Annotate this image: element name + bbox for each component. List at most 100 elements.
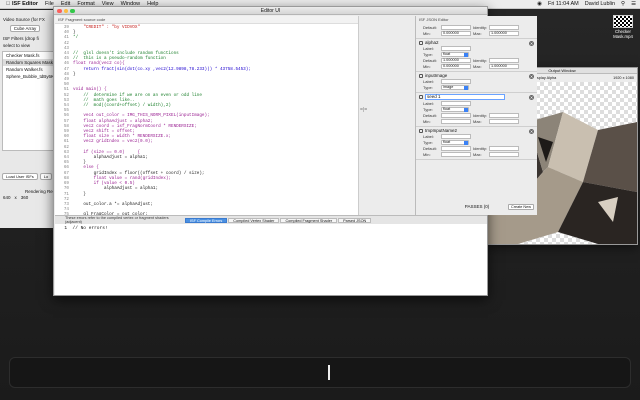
type-select[interactable]: float	[441, 106, 469, 112]
delete-input-icon[interactable]: ✕	[529, 41, 534, 46]
identity-field[interactable]	[489, 112, 519, 118]
code-editor[interactable]: 39 "CREDIT" : "by VIDVOX" 40} 41 */42 43 44//…	[55, 24, 358, 224]
label-label: Label:	[423, 133, 434, 139]
code-pane: ISF Fragment source code 39 "CREDIT" : "…	[55, 16, 359, 223]
json-input-block: tmpInputName2 ✕ Label: Type: float Default: Id…	[416, 127, 537, 160]
width-field[interactable]: 640	[3, 195, 11, 200]
type-label: Type:	[423, 106, 433, 112]
type-select[interactable]: image	[441, 84, 469, 90]
load-user-isfs-button[interactable]: Load User ISFs	[2, 173, 38, 180]
default-field[interactable]	[441, 24, 471, 30]
height-field[interactable]: 360	[21, 195, 29, 200]
delete-input-icon[interactable]: ✕	[529, 129, 534, 134]
tab-parsed-json[interactable]: Parsed JSON	[338, 217, 372, 223]
x-label: x	[14, 195, 17, 200]
max-field[interactable]: 1.000000	[489, 63, 519, 69]
label-field[interactable]	[441, 45, 471, 51]
cube-array-button[interactable]: Cube Array	[10, 25, 40, 32]
default-field[interactable]: 1.000000	[441, 57, 471, 63]
input-name[interactable]: tmpInputName2	[425, 128, 457, 133]
type-select[interactable]: float	[441, 139, 469, 145]
min-field[interactable]: 0.000000	[441, 63, 471, 69]
lock-icon[interactable]	[419, 128, 423, 133]
json-header: ISF JSON Editor	[419, 17, 449, 22]
max-label: Max:	[473, 118, 482, 124]
max-field[interactable]: 1.000000	[489, 30, 519, 36]
label-field[interactable]	[441, 78, 471, 84]
editor-title: Editor UI	[260, 8, 281, 14]
lock-icon[interactable]	[419, 95, 423, 99]
create-new-button[interactable]: Create New	[507, 204, 534, 210]
identity-label: Identity:	[473, 112, 488, 118]
identity-label: Identity:	[473, 145, 488, 151]
label-label: Label:	[423, 78, 434, 84]
filters-label: ISF Filters (drop fi	[3, 36, 39, 41]
user-menu[interactable]: David Lublin	[585, 1, 615, 7]
delete-input-icon[interactable]: ✕	[529, 74, 534, 79]
code-text: out_color.a *= alphaAdjust;	[73, 201, 153, 207]
max-label: Max:	[473, 63, 482, 69]
type-select[interactable]: float	[441, 51, 469, 57]
input-name-field[interactable]: seed 1	[425, 94, 505, 100]
max-field[interactable]	[489, 151, 519, 157]
code-text: // mod((coord+offset) / width),2)	[73, 103, 171, 109]
code-text: vec2 gridIndex = vec2(0.0);	[73, 139, 153, 145]
apple-menu-icon[interactable]: 	[4, 1, 12, 7]
error-output[interactable]: 1 // No errors!	[55, 224, 487, 295]
text-input-bar[interactable]	[9, 357, 631, 388]
app-menu[interactable]: ISF Editor	[12, 1, 38, 7]
close-icon[interactable]	[57, 8, 62, 13]
min-field[interactable]	[441, 118, 471, 124]
max-field[interactable]	[489, 118, 519, 124]
list-item[interactable]: Random Walker.fs	[3, 66, 58, 73]
input-name[interactable]: inputImage	[425, 73, 447, 78]
default-field[interactable]	[441, 112, 471, 118]
lo-button[interactable]: Lo	[39, 173, 53, 180]
split-handle[interactable]: =|=	[360, 107, 367, 113]
list-icon[interactable]: ☰	[631, 1, 636, 7]
identity-field[interactable]	[489, 24, 519, 30]
tab-compiled-fragment-shader[interactable]: Compiled Fragment Shader	[280, 217, 338, 223]
min-label: Min:	[423, 30, 431, 36]
text-caret	[328, 365, 330, 380]
identity-label: Identity:	[473, 57, 488, 63]
filters-sublabel: select to view	[3, 43, 31, 48]
default-label: Default:	[423, 145, 437, 151]
list-item[interactable]: Random Squares Mask.fs	[3, 59, 58, 66]
identity-label: Identity:	[473, 24, 488, 30]
default-label: Default:	[423, 24, 437, 30]
label-field[interactable]	[441, 133, 471, 139]
wifi-icon[interactable]: ◉	[537, 1, 542, 7]
identity-field[interactable]	[489, 145, 519, 151]
list-item[interactable]: Sphere_Bubble_tdBy6K.fs	[3, 73, 58, 80]
tab-compiled-vertex-shader[interactable]: Compiled Vertex Shader	[228, 217, 280, 223]
tab-isf-compile-errors[interactable]: ISF Compile Errors	[185, 217, 228, 223]
identity-field[interactable]	[489, 57, 519, 63]
input-name[interactable]: alpha2	[425, 40, 439, 45]
resolution-label: 1920 x 1080	[613, 75, 634, 80]
desktop-file[interactable]: Checker Mask.mp4	[607, 15, 639, 39]
min-field[interactable]: 0.000000	[441, 30, 471, 36]
default-field[interactable]	[441, 145, 471, 151]
default-label: Default:	[423, 112, 437, 118]
min-field[interactable]	[441, 151, 471, 157]
label-field[interactable]	[441, 100, 471, 106]
lock-icon[interactable]	[419, 40, 423, 45]
editor-titlebar: Editor UI	[54, 7, 487, 15]
zoom-icon[interactable]	[70, 8, 75, 13]
error-tab-bar: These errors refer to the compiled verte…	[55, 215, 487, 224]
minimize-icon[interactable]	[63, 8, 68, 13]
video-source-label: Video Source (for FX	[3, 17, 45, 22]
code-text: "CREDIT" : "by VIDVOX"	[73, 25, 141, 30]
clock[interactable]: Fri 11:04 AM	[548, 1, 579, 7]
type-label: Type:	[423, 84, 433, 90]
json-input-block: alpha2 ✕ Label: Type: float Default: 1.000000 I…	[416, 39, 537, 72]
label-label: Label:	[423, 100, 434, 106]
code-text: }	[73, 71, 76, 77]
lock-icon[interactable]	[419, 73, 423, 78]
list-item[interactable]: Checker Mask.fs	[3, 52, 58, 59]
min-label: Min:	[423, 63, 431, 69]
delete-input-icon[interactable]: ✕	[529, 95, 534, 100]
code-header: ISF Fragment source code	[55, 16, 358, 24]
search-icon[interactable]: ⚲	[621, 1, 625, 7]
